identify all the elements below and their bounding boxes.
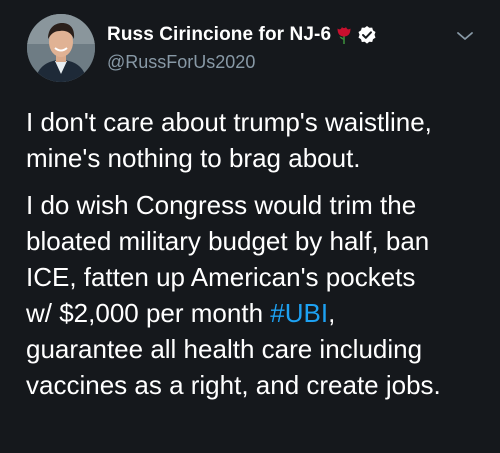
rose-icon xyxy=(335,25,353,45)
tweet-card: Russ Cirincione for NJ-6 @RussForUs2020 … xyxy=(0,0,500,453)
avatar[interactable] xyxy=(27,14,95,82)
tweet-line: bloated military budget by half, ban xyxy=(26,226,430,256)
tweet-line: I do wish Congress would trim the xyxy=(26,190,417,220)
tweet-text: I don't care about trump's waistline, mi… xyxy=(26,104,491,403)
tweet-paragraph: I don't care about trump's waistline, mi… xyxy=(26,104,491,176)
tweet-line: guarantee all health care including xyxy=(26,334,423,364)
avatar-photo xyxy=(27,14,95,82)
hashtag-link[interactable]: #UBI xyxy=(270,298,328,328)
tweet-line: ICE, fatten up American's pockets xyxy=(26,262,416,292)
tweet-line: w/ $2,000 per month #UBI, xyxy=(26,298,335,328)
tweet-line: I don't care about trump's waistline, xyxy=(26,107,432,137)
tweet-line: mine's nothing to brag about. xyxy=(26,143,361,173)
tweet-paragraph: I do wish Congress would trim the bloate… xyxy=(26,187,491,403)
tweet-line: vaccines as a right, and create jobs. xyxy=(26,370,441,400)
author-name-row: Russ Cirincione for NJ-6 xyxy=(107,24,377,46)
display-name[interactable]: Russ Cirincione for NJ-6 xyxy=(107,24,331,46)
tweet-line-text: , xyxy=(328,298,336,328)
verified-icon xyxy=(357,25,377,45)
author-handle[interactable]: @RussForUs2020 xyxy=(107,52,255,73)
chevron-down-icon[interactable] xyxy=(455,29,475,43)
tweet-line-text: w/ $2,000 per month xyxy=(26,298,271,328)
